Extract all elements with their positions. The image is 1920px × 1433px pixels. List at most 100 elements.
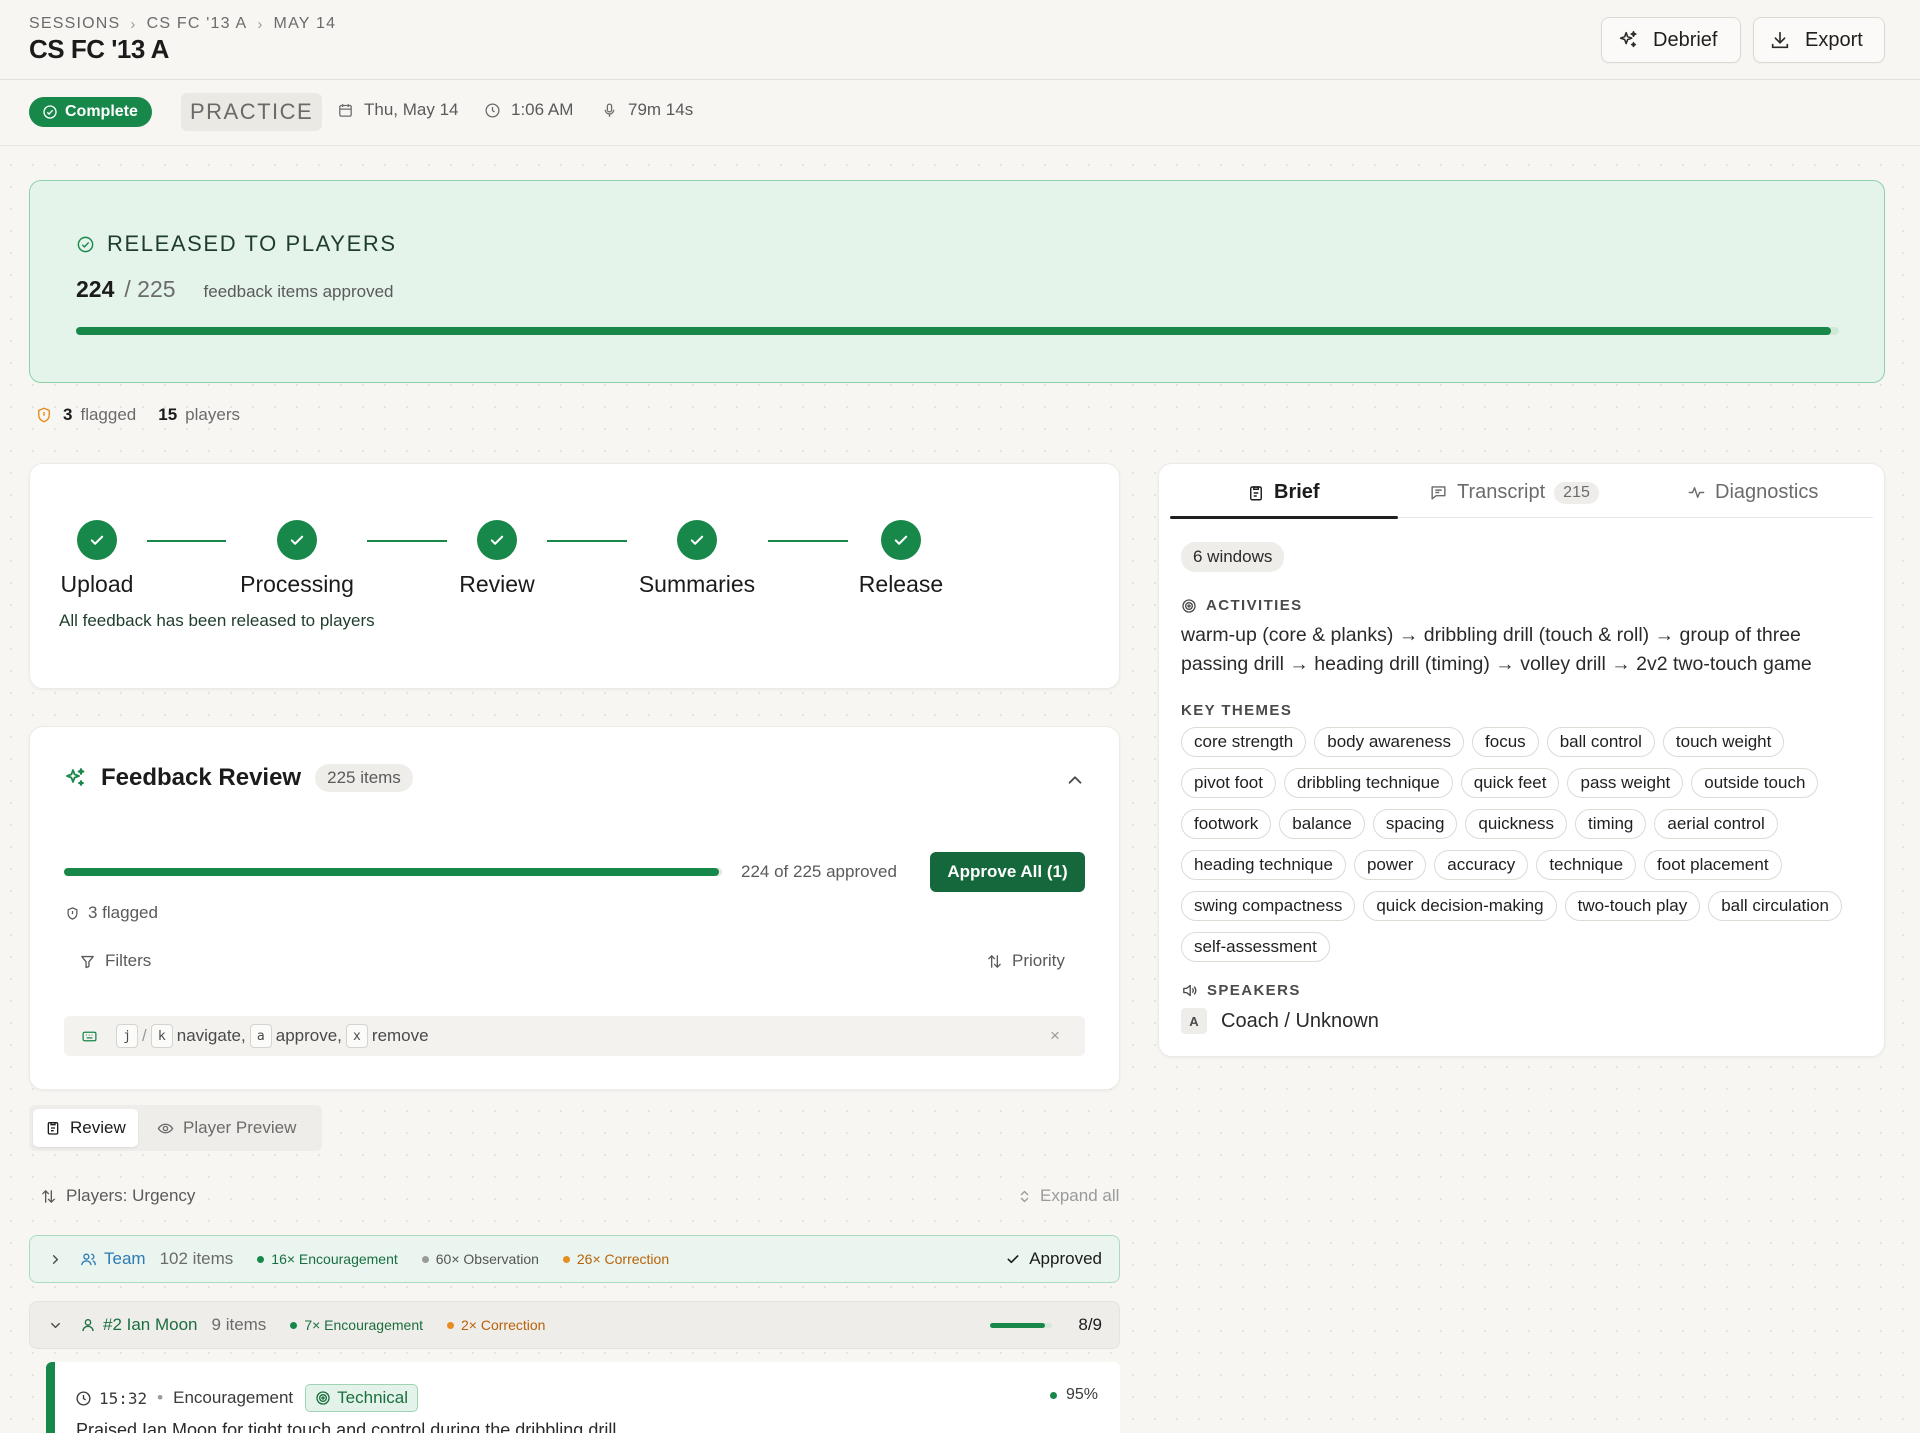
activities-heading: ACTIVITIES	[1181, 597, 1303, 614]
session-time: 1:06 AM	[484, 100, 573, 120]
tab-transcript[interactable]: Transcript 215	[1429, 481, 1599, 504]
speaker-volume-icon	[1181, 982, 1198, 999]
theme-chip: body awareness	[1314, 727, 1465, 757]
sort-arrows-icon	[40, 1188, 57, 1205]
breadcrumb-sessions[interactable]: SESSIONS	[29, 15, 120, 33]
approved-summary: 224 of 225 approved	[741, 862, 897, 881]
row-name-text: #2 Ian Moon	[103, 1315, 198, 1334]
clipboard-icon	[45, 1120, 61, 1136]
microphone-icon	[601, 102, 618, 119]
sort-arrows-icon	[986, 953, 1003, 970]
approved-status: Approved	[1005, 1249, 1102, 1269]
theme-chip: quick feet	[1460, 768, 1560, 798]
theme-chip: pivot foot	[1181, 768, 1276, 798]
pipeline-note: All feedback has been released to player…	[59, 611, 375, 630]
separator-dot: •	[157, 1388, 164, 1407]
filters-button[interactable]: Filters	[79, 951, 151, 971]
theme-chip: power	[1353, 850, 1427, 880]
theme-chip: ball control	[1546, 727, 1655, 757]
approved-status-text: Approved	[1029, 1249, 1102, 1268]
theme-chip: heading technique	[1181, 850, 1346, 880]
shortcut-text: approve,	[275, 1026, 342, 1045]
flagged-count: 3	[63, 405, 73, 424]
close-icon[interactable]: ×	[1050, 1026, 1060, 1046]
tab-review[interactable]: Review	[33, 1109, 138, 1147]
step-label: Upload	[60, 571, 134, 597]
priority-sort-button[interactable]: Priority	[986, 951, 1065, 971]
clock-icon	[484, 102, 501, 119]
export-button[interactable]: Export	[1753, 17, 1885, 63]
row-progress: 8/9	[990, 1315, 1102, 1335]
check-icon	[1005, 1251, 1021, 1267]
session-date: Thu, May 14	[337, 100, 459, 120]
feedback-timestamp[interactable]: 15:32	[75, 1389, 147, 1408]
debrief-label: Debrief	[1653, 28, 1718, 51]
message-icon	[1429, 483, 1448, 502]
chevron-right-icon: ›	[130, 15, 137, 33]
tab-brief[interactable]: Brief	[1247, 481, 1320, 504]
players-sort-button[interactable]: Players: Urgency	[40, 1186, 195, 1206]
pipeline-step-upload: Upload	[17, 520, 177, 598]
session-duration: 79m 14s	[601, 100, 693, 120]
status-badge: Complete	[29, 97, 152, 127]
released-progress-bar	[76, 327, 1839, 335]
shortcut-key: a	[249, 1024, 272, 1048]
shortcut-text: remove	[371, 1026, 429, 1045]
encouragement-tag: 7× Encouragement	[290, 1317, 423, 1333]
theme-chip: core strength	[1181, 727, 1307, 757]
debrief-button[interactable]: Debrief	[1601, 17, 1741, 63]
flagged-indicator[interactable]: 3 flagged	[65, 903, 158, 923]
activities-text: warm-up (core & planks) → dribbling dril…	[1181, 624, 1812, 675]
encouragement-text: 7× Encouragement	[304, 1317, 424, 1333]
tab-diagnostics[interactable]: Diagnostics	[1687, 481, 1818, 504]
tab-player-preview[interactable]: Player Preview	[145, 1109, 308, 1147]
expand-all-label: Expand all	[1040, 1186, 1120, 1205]
theme-chip: foot placement	[1644, 850, 1782, 880]
theme-chip: spacing	[1372, 809, 1458, 839]
export-label: Export	[1805, 28, 1863, 51]
player-row-team[interactable]: Team 102 items 16× Encouragement 60× Obs…	[29, 1235, 1120, 1283]
tab-brief-label: Brief	[1274, 481, 1320, 503]
sparkles-icon	[63, 766, 87, 790]
theme-chip: two-touch play	[1564, 891, 1701, 921]
theme-chip: outside touch	[1691, 768, 1819, 798]
chevron-down-icon[interactable]	[30, 1318, 80, 1333]
check-icon	[477, 520, 517, 560]
approve-all-button[interactable]: Approve All (1)	[930, 852, 1085, 892]
items-count-badge: 225 items	[315, 764, 413, 792]
clock-icon	[75, 1390, 92, 1407]
encouragement-text: 16× Encouragement	[271, 1251, 398, 1267]
chevron-up-icon[interactable]	[1064, 769, 1086, 791]
sparkles-icon	[1617, 29, 1639, 51]
confidence-text: 95%	[1066, 1386, 1099, 1403]
shortcut-key: j	[116, 1024, 138, 1048]
tab-transcript-label: Transcript	[1457, 481, 1546, 503]
key-themes-heading: KEY THEMES	[1181, 702, 1293, 719]
pipeline-step-review: Review	[417, 520, 577, 598]
timestamp-text: 15:32	[99, 1388, 148, 1408]
session-stats: 3 flagged 15 players	[35, 405, 240, 425]
pipeline-step-processing: Processing	[217, 520, 377, 598]
key-themes-list: core strength body awareness focus ball con…	[1181, 727, 1871, 962]
row-name: Team	[80, 1249, 146, 1269]
shield-alert-icon	[35, 406, 53, 424]
check-icon	[77, 520, 117, 560]
date-text: Thu, May 14	[364, 100, 459, 119]
player-row-ian-moon[interactable]: #2 Ian Moon 9 items 7× Encouragement 2× …	[29, 1301, 1120, 1349]
theme-chip: quickness	[1465, 809, 1568, 839]
theme-chip: focus	[1472, 727, 1539, 757]
encouragement-tag: 16× Encouragement	[257, 1251, 398, 1267]
correction-text: 26× Correction	[576, 1251, 670, 1267]
theme-chip: dribbling technique	[1284, 768, 1453, 798]
breadcrumb: SESSIONS › CS FC '13 A › MAY 14	[29, 15, 336, 33]
chevron-right-icon[interactable]	[30, 1252, 80, 1267]
step-label: Review	[459, 571, 535, 597]
check-circle-icon	[42, 104, 58, 120]
step-label: Processing	[240, 571, 354, 597]
time-text: 1:06 AM	[511, 100, 574, 119]
theme-chip: accuracy	[1434, 850, 1529, 880]
step-label: Summaries	[638, 571, 756, 597]
breadcrumb-team[interactable]: CS FC '13 A	[147, 15, 248, 33]
correction-text: 2× Correction	[461, 1317, 546, 1333]
expand-all-button[interactable]: Expand all	[1017, 1186, 1119, 1206]
